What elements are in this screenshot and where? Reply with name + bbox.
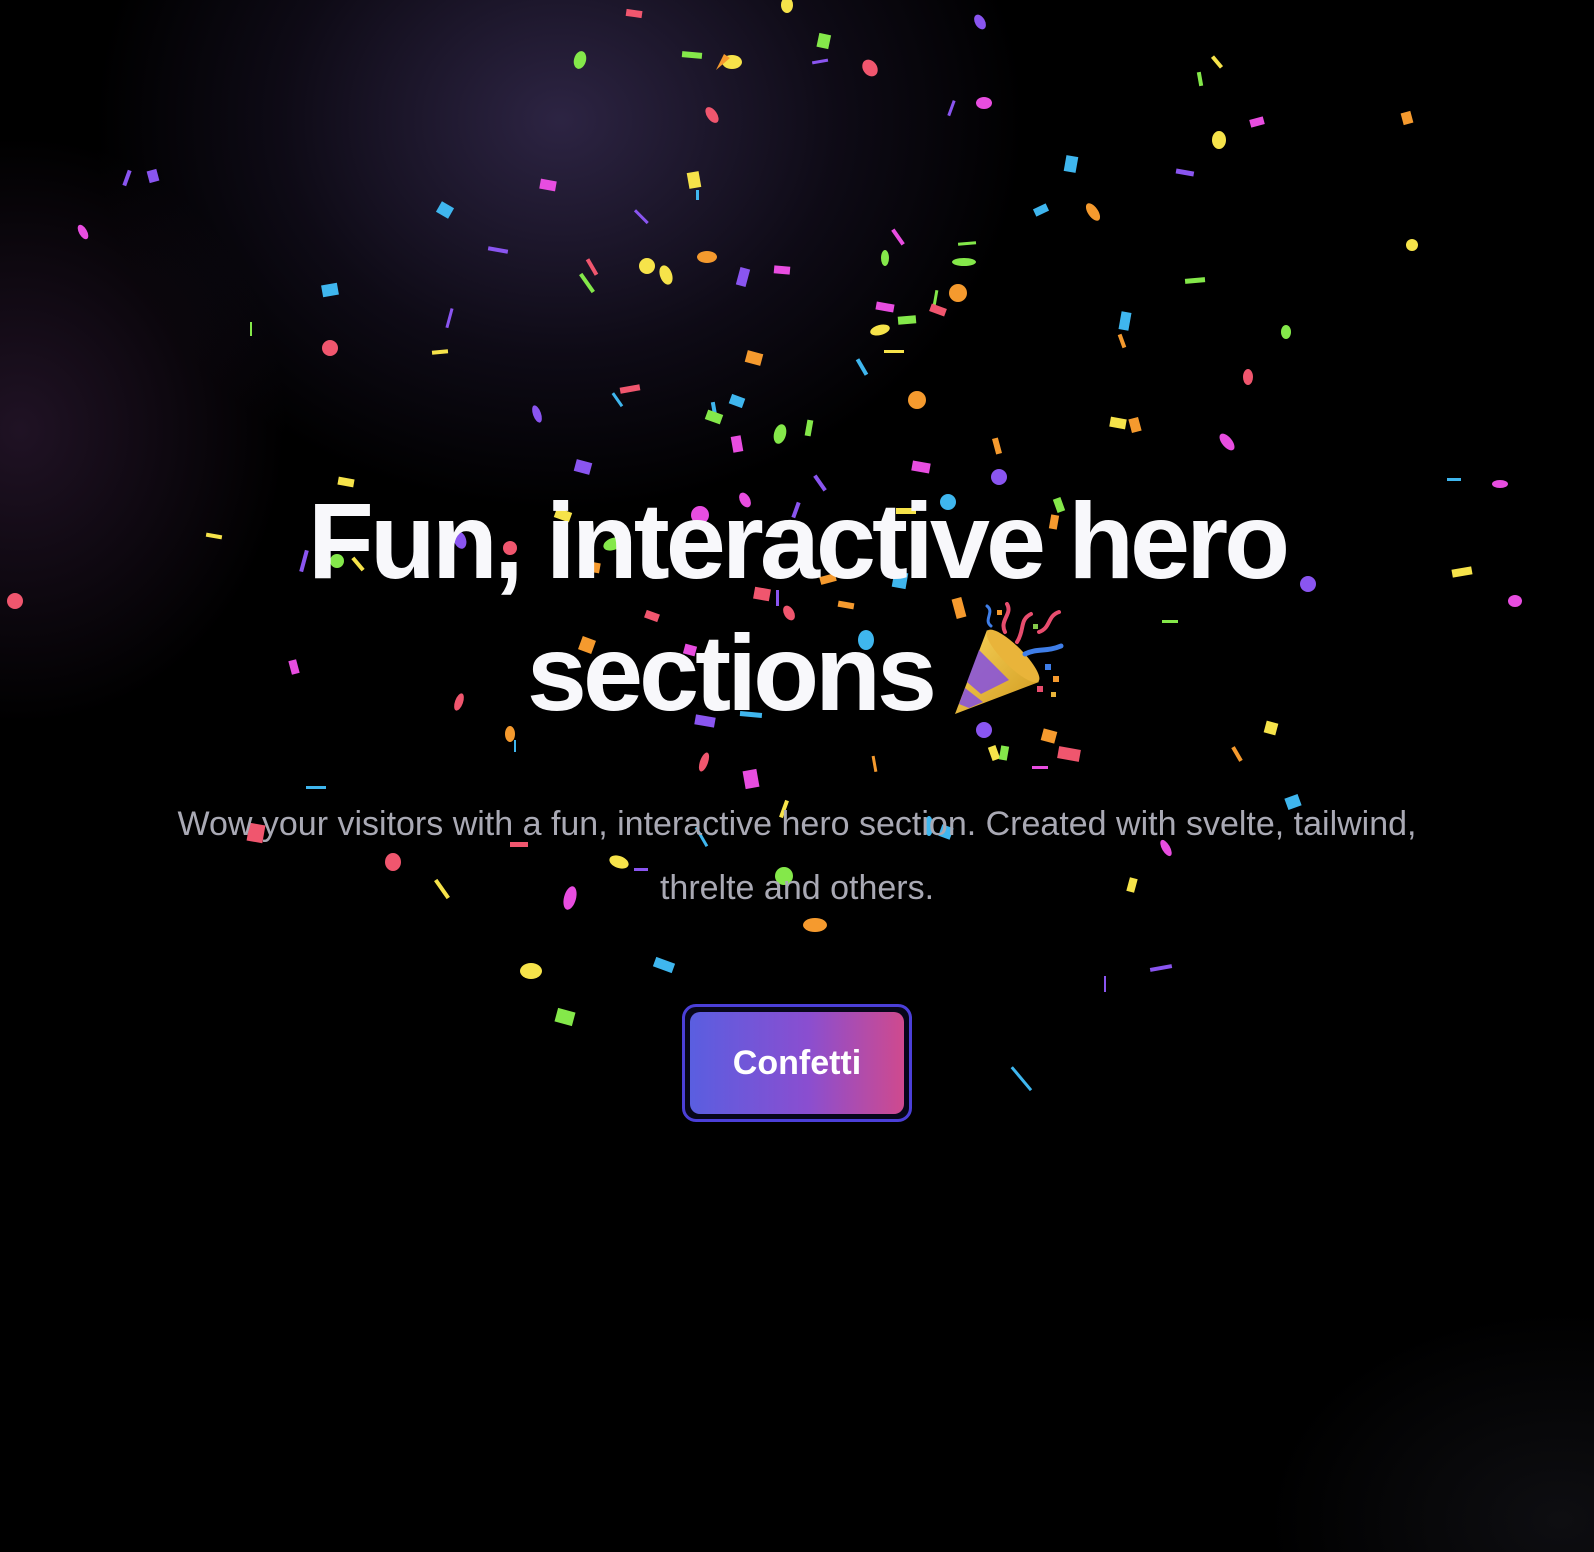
- hero-title-line-2-wrap: sections: [197, 602, 1397, 734]
- party-popper-icon: [947, 602, 1067, 722]
- hero-page: Fun, interactive hero sections Wow your …: [0, 0, 1594, 1552]
- hero-title: Fun, interactive hero sections: [197, 480, 1397, 734]
- confetti-button-label: Confetti: [690, 1012, 904, 1114]
- hero-subtitle: Wow your visitors with a fun, interactiv…: [177, 805, 1417, 907]
- hero-title-line-2: sections: [526, 612, 937, 733]
- cta-wrap: Confetti: [0, 1004, 1594, 1122]
- confetti-button[interactable]: Confetti: [682, 1004, 912, 1122]
- hero-section: Fun, interactive hero sections Wow your …: [0, 480, 1594, 1122]
- hero-title-line-1: Fun, interactive hero: [307, 480, 1290, 601]
